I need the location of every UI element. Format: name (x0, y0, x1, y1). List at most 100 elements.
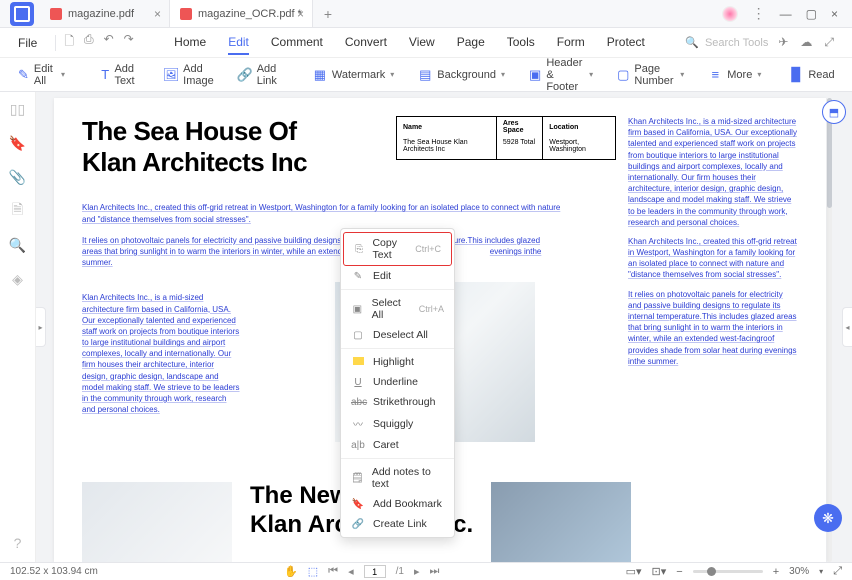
menu-tools[interactable]: Tools (507, 31, 535, 55)
close-icon[interactable]: × (297, 7, 304, 21)
more-menu-icon[interactable]: ⋮ (752, 5, 766, 22)
add-image-button[interactable]: 🖼 Add Image (154, 59, 224, 91)
ctx-squiggly[interactable]: 〰 Squiggly (341, 412, 454, 435)
undo-icon[interactable]: ↶ (104, 32, 114, 53)
ctx-underline[interactable]: U Underline (341, 372, 454, 392)
table-cell: 5928 Total (496, 137, 542, 160)
search-tools[interactable]: 🔍 Search Tools (685, 36, 768, 49)
help-icon[interactable]: ? (9, 534, 27, 552)
menu-home[interactable]: Home (174, 31, 206, 55)
ocr-badge[interactable]: ⬒ (822, 100, 846, 124)
fullscreen-icon[interactable]: ⤢ (833, 565, 842, 578)
page-navigation: ✋ ⬚ ⏮ ◂ /1 ▸ ⏭ (98, 565, 626, 578)
background-icon: ▤ (418, 68, 432, 82)
user-avatar[interactable] (722, 6, 738, 22)
body-paragraph: Klan Architects Inc., created this off-g… (82, 202, 562, 224)
ctx-add-notes[interactable]: 🗒 Add notes to text (341, 462, 454, 494)
ctx-edit[interactable]: ✎ Edit (341, 266, 454, 286)
close-window-icon[interactable]: × (831, 7, 838, 21)
expand-icon[interactable]: ⤢ (824, 35, 834, 50)
bookmarks-icon[interactable]: 🔖 (9, 134, 27, 152)
table-cell: Westport, Washington (543, 137, 616, 160)
fit-icon[interactable]: ⊡▾ (652, 565, 667, 578)
view-mode-icon[interactable]: ▭▾ (626, 565, 642, 578)
menu-form[interactable]: Form (557, 31, 585, 55)
background-button[interactable]: ▤ Background ▾ (408, 64, 515, 86)
first-page-icon[interactable]: ⏮ (328, 565, 338, 578)
prev-page-icon[interactable]: ◂ (348, 565, 354, 578)
chevron-down-icon: ▾ (757, 70, 761, 79)
chevron-down-icon: ▾ (589, 70, 593, 79)
redo-icon[interactable]: ↷ (124, 32, 134, 53)
main-menu: Home Edit Comment Convert View Page Tool… (134, 31, 686, 55)
document-icon[interactable]: 🗎 (9, 202, 27, 220)
context-menu: ⎘ Copy Text Ctrl+C ✎ Edit ▣ Select All C… (340, 228, 455, 538)
chevron-down-icon[interactable]: ▾ (819, 567, 823, 576)
save-icon[interactable]: 🗋 (64, 32, 74, 53)
maximize-icon[interactable]: ▢ (806, 7, 817, 21)
ctx-caret[interactable]: a|b Caret (341, 435, 454, 455)
menu-convert[interactable]: Convert (345, 31, 387, 55)
header-footer-button[interactable]: ▣ Header & Footer ▾ (519, 53, 603, 97)
read-button[interactable]: ▉ Read (779, 64, 844, 86)
cloud-icon[interactable]: ☁ (800, 35, 812, 50)
select-tool-icon[interactable]: ⬚ (308, 565, 318, 578)
more-icon: ≡ (708, 68, 722, 82)
close-icon[interactable]: × (154, 7, 161, 21)
chevron-down-icon: ▾ (501, 70, 505, 79)
ctx-deselect-all[interactable]: ▢ Deselect All (341, 325, 454, 345)
tab-label: magazine.pdf (68, 8, 134, 20)
edit-all-button[interactable]: ✎ Edit All ▾ (8, 59, 75, 91)
document-tab[interactable]: magazine.pdf × (40, 0, 170, 27)
document-tab-active[interactable]: magazine_OCR.pdf * × (170, 0, 313, 27)
menu-view[interactable]: View (409, 31, 435, 55)
vertical-scrollbar[interactable] (827, 98, 832, 562)
last-page-icon[interactable]: ⏭ (429, 565, 439, 578)
layers-icon[interactable]: ◈ (9, 270, 27, 288)
page-number-button[interactable]: ▢ Page Number ▾ (607, 59, 694, 91)
hand-tool-icon[interactable]: ✋ (284, 565, 298, 578)
ctx-strikethrough[interactable]: abc Strikethrough (341, 392, 454, 412)
ctx-create-link[interactable]: 🔗 Create Link (341, 514, 454, 534)
zoom-thumb[interactable] (707, 567, 716, 576)
page-input[interactable] (364, 565, 386, 578)
thumbnails-icon[interactable]: ▯▯ (9, 100, 27, 118)
page-total: /1 (396, 566, 404, 577)
menu-page[interactable]: Page (457, 31, 485, 55)
architecture-image (82, 482, 232, 562)
file-menu[interactable]: File (8, 36, 47, 50)
chevron-down-icon: ▾ (61, 70, 65, 79)
expand-right-panel[interactable]: ◂ (842, 307, 852, 347)
text-icon: T (101, 68, 109, 82)
ctx-highlight[interactable]: Highlight (341, 352, 454, 372)
menu-protect[interactable]: Protect (607, 31, 645, 55)
watermark-button[interactable]: ▦ Watermark ▾ (303, 64, 404, 86)
pdf-icon (50, 8, 62, 20)
new-tab-button[interactable]: + (313, 0, 343, 27)
watermark-icon: ▦ (313, 68, 327, 82)
expand-left-panel[interactable]: ▸ (36, 307, 46, 347)
bookmark-icon: 🔖 (351, 499, 365, 510)
next-page-icon[interactable]: ▸ (414, 565, 420, 578)
table-cell: The Sea House Klan Architects Inc (397, 137, 497, 160)
architecture-image (491, 482, 631, 562)
underline-icon: U (351, 377, 365, 388)
assistant-badge[interactable]: ❋ (814, 504, 842, 532)
search-placeholder: Search Tools (705, 37, 768, 49)
print-icon[interactable]: ⎙ (84, 32, 94, 53)
search-panel-icon[interactable]: 🔍 (9, 236, 27, 254)
send-icon[interactable]: ✈ (778, 35, 788, 50)
add-text-button[interactable]: T Add Text (91, 59, 150, 91)
ctx-add-bookmark[interactable]: 🔖 Add Bookmark (341, 494, 454, 514)
add-link-button[interactable]: 🔗 Add Link (228, 59, 287, 91)
zoom-in-icon[interactable]: + (773, 566, 779, 578)
ctx-copy-text[interactable]: ⎘ Copy Text Ctrl+C (343, 232, 452, 266)
zoom-slider[interactable] (693, 570, 763, 573)
attachments-icon[interactable]: 📎 (9, 168, 27, 186)
more-button[interactable]: ≡ More ▾ (698, 64, 771, 86)
ctx-select-all[interactable]: ▣ Select All Ctrl+A (341, 293, 454, 325)
minimize-icon[interactable]: — (780, 7, 792, 21)
zoom-out-icon[interactable]: − (676, 566, 682, 578)
menu-edit[interactable]: Edit (228, 31, 249, 55)
menu-comment[interactable]: Comment (271, 31, 323, 55)
